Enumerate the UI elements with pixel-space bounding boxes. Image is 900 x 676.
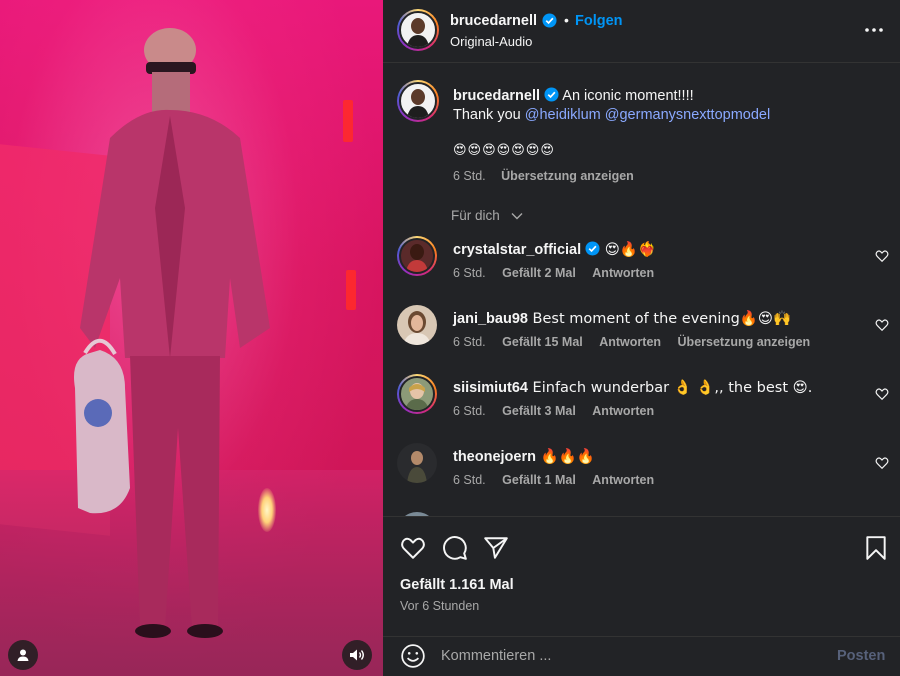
mention-link[interactable]: @germanysnexttopmodel — [605, 107, 770, 123]
comment-body: Einfach wunderbar 👌 👌,, the best 😍. — [527, 380, 813, 396]
comment-item: crystalstar_official 😍🔥❤️‍🔥 6 Std. Gefäl… — [383, 236, 900, 304]
verified-badge-icon — [542, 13, 557, 28]
comment-likes[interactable]: Gefällt 15 Mal — [502, 335, 583, 349]
reply-button[interactable]: Antworten — [592, 266, 654, 280]
author-avatar[interactable] — [397, 9, 439, 51]
commenter-username[interactable]: jani_bau98 — [453, 311, 528, 327]
comment-time[interactable]: 6 Std. — [453, 404, 486, 418]
person-photo — [407, 451, 427, 483]
speaker-icon — [350, 649, 364, 661]
chevron-down-icon[interactable] — [510, 210, 524, 222]
comment-meta: 6 Std. Gefällt 15 Mal Antworten Übersetz… — [453, 335, 823, 349]
comment-meta: 6 Std. Gefällt 2 Mal Antworten — [453, 266, 667, 280]
verified-badge-icon — [544, 87, 559, 102]
caption-meta: 6 Std. Übersetzung anzeigen — [453, 169, 646, 183]
comment-like-heart-icon[interactable] — [875, 456, 889, 470]
commenter-avatar[interactable] — [397, 305, 437, 345]
author-username[interactable]: brucedarnell — [450, 13, 537, 29]
comment-text: crystalstar_official 😍🔥❤️‍🔥 — [453, 241, 853, 258]
post-comment-button[interactable]: Posten — [837, 648, 885, 664]
post-actions: Gefällt 1.161 Mal Vor 6 Stunden — [383, 516, 900, 636]
comment-body: 😍🔥❤️‍🔥 — [600, 242, 657, 258]
translate-button[interactable]: Übersetzung anzeigen — [501, 169, 634, 183]
mention-link[interactable]: @heidiklum — [525, 107, 601, 123]
commenter-avatar[interactable] — [397, 236, 437, 276]
commenter-username[interactable]: siisimiut64 — [453, 380, 528, 396]
post-side-panel: brucedarnell • Folgen Original-Audio bru… — [383, 0, 900, 676]
reply-button[interactable]: Antworten — [592, 404, 654, 418]
reply-button[interactable]: Antworten — [592, 473, 654, 487]
post-media-video[interactable] — [0, 0, 383, 676]
comment-bubble-icon[interactable] — [442, 535, 468, 561]
person-photo — [405, 383, 429, 410]
comment-time[interactable]: 6 Std. — [453, 473, 486, 487]
comment-filter-dropdown[interactable]: Für dich — [451, 208, 500, 223]
caption-thanks: Thank you — [453, 107, 525, 123]
commenter-avatar[interactable] — [397, 374, 437, 414]
person-photo — [406, 244, 428, 272]
caption-author-avatar[interactable] — [397, 80, 439, 122]
comment-likes[interactable]: Gefällt 3 Mal — [502, 404, 576, 418]
more-options-icon[interactable] — [863, 20, 885, 40]
stage-light-stripe — [346, 270, 356, 310]
comment-time[interactable]: 6 Std. — [453, 335, 486, 349]
comment-meta: 6 Std. Gefällt 1 Mal Antworten — [453, 473, 667, 487]
commenter-avatar[interactable] — [397, 443, 437, 483]
share-paper-plane-icon[interactable] — [483, 535, 509, 561]
person-photo — [407, 18, 429, 47]
caption-text: brucedarnell An iconic moment!!!! Thank … — [453, 87, 873, 125]
user-icon — [17, 649, 29, 661]
like-heart-icon[interactable] — [400, 535, 426, 561]
verified-badge-icon — [585, 241, 600, 256]
emoji-smiley-icon[interactable] — [400, 643, 426, 669]
commenter-username[interactable]: theonejoern — [453, 449, 536, 465]
caption-username[interactable]: brucedarnell — [453, 88, 540, 104]
caption-time[interactable]: 6 Std. — [453, 169, 486, 183]
commenter-username[interactable]: crystalstar_official — [453, 242, 581, 258]
tagged-users-button[interactable] — [8, 640, 38, 670]
comment-composer: Posten — [383, 636, 900, 676]
comment-meta: 6 Std. Gefällt 3 Mal Antworten — [453, 404, 667, 418]
comment-input[interactable] — [441, 644, 821, 668]
comments-list[interactable]: brucedarnell An iconic moment!!!! Thank … — [383, 62, 900, 516]
comment-item: jani_bau98 Best moment of the evening🔥😍🙌… — [383, 305, 900, 373]
comment-like-heart-icon[interactable] — [875, 249, 889, 263]
post-timestamp: Vor 6 Stunden — [400, 599, 480, 613]
post-header: brucedarnell • Folgen Original-Audio — [383, 0, 900, 62]
bookmark-icon[interactable] — [863, 535, 889, 561]
comment-like-heart-icon[interactable] — [875, 387, 889, 401]
person-photo — [403, 311, 431, 345]
comment-item: theonejoern 🔥🔥🔥 6 Std. Gefällt 1 Mal Ant… — [383, 443, 900, 511]
person-photo — [407, 89, 429, 118]
comment-text: siisimiut64 Einfach wunderbar 👌 👌,, the … — [453, 379, 853, 396]
comment-time[interactable]: 6 Std. — [453, 266, 486, 280]
model-figure — [74, 28, 270, 638]
comment-like-heart-icon[interactable] — [875, 318, 889, 332]
mute-button[interactable] — [342, 640, 372, 670]
audio-label[interactable]: Original-Audio — [450, 34, 532, 49]
comment-body: Best moment of the evening🔥😍🙌 — [527, 311, 792, 327]
comment-body: 🔥🔥🔥 — [535, 449, 595, 465]
separator-dot: • — [564, 12, 569, 28]
comment-text: jani_bau98 Best moment of the evening🔥😍🙌 — [453, 310, 853, 327]
stage-light-stripe — [343, 100, 353, 142]
caption-emojis: 😍😍😍😍😍😍😍 — [453, 143, 555, 158]
comment-item: siisimiut64 Einfach wunderbar 👌 👌,, the … — [383, 374, 900, 442]
comment-likes[interactable]: Gefällt 2 Mal — [502, 266, 576, 280]
likes-count[interactable]: Gefällt 1.161 Mal — [400, 577, 514, 593]
comment-likes[interactable]: Gefällt 1 Mal — [502, 473, 576, 487]
caption-line: An iconic moment!!!! — [559, 88, 694, 104]
comment-text: theonejoern 🔥🔥🔥 — [453, 448, 853, 465]
reply-button[interactable]: Antworten — [599, 335, 661, 349]
follow-button[interactable]: Folgen — [575, 13, 623, 29]
translate-button[interactable]: Übersetzung anzeigen — [678, 335, 811, 349]
